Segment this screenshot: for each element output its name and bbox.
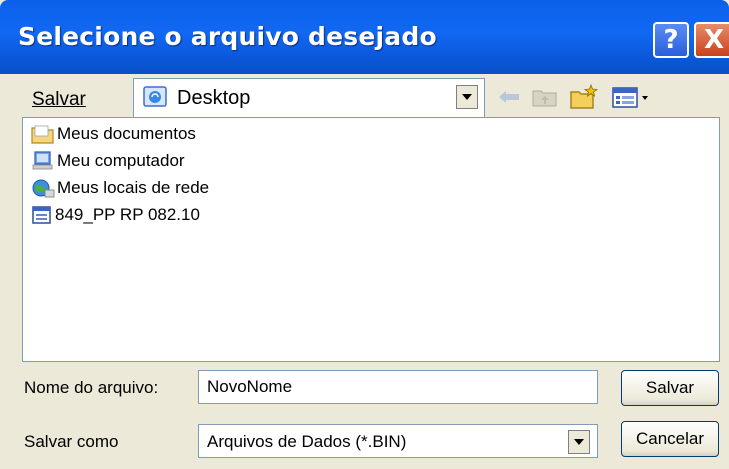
- help-icon: ?: [663, 25, 679, 55]
- chevron-down-icon: [462, 94, 472, 100]
- file-list[interactable]: Meus documentos Meu computador Meus loca…: [22, 117, 720, 362]
- back-button[interactable]: [496, 82, 522, 112]
- filename-label: Nome do arquivo:: [24, 378, 159, 397]
- filename-input[interactable]: [198, 370, 598, 404]
- list-item[interactable]: Meu computador: [31, 150, 185, 172]
- new-folder-icon: [570, 84, 599, 109]
- save-in-label-text: Salvar: [32, 89, 86, 110]
- list-item-label: 849_PP RP 082.10: [55, 205, 200, 224]
- desktop-icon: [143, 86, 167, 107]
- chevron-down-icon: [574, 439, 584, 445]
- list-item[interactable]: Meus locais de rede: [31, 177, 209, 199]
- list-item-label: Meus locais de rede: [57, 178, 210, 197]
- my-computer-icon: [32, 151, 53, 170]
- cancel-button[interactable]: Cancelar: [621, 421, 719, 457]
- location-value: Desktop: [177, 87, 251, 109]
- view-menu-button[interactable]: [610, 82, 654, 112]
- up-folder-icon: [532, 90, 557, 107]
- save-in-label: Salvar: [32, 89, 86, 111]
- close-button[interactable]: X: [694, 22, 729, 58]
- list-item[interactable]: 849_PP RP 082.10: [31, 204, 200, 226]
- location-dropdown[interactable]: Desktop: [133, 78, 485, 118]
- file-type-value: Arquivos de Dados (*.BIN): [207, 432, 407, 451]
- file-type-dropdown[interactable]: Arquivos de Dados (*.BIN): [198, 424, 598, 458]
- list-item-label: Meus documentos: [57, 124, 196, 143]
- view-menu-icon: [612, 87, 648, 108]
- list-item[interactable]: Meus documentos: [31, 123, 196, 145]
- location-dropdown-arrow[interactable]: [456, 85, 478, 109]
- help-button[interactable]: ?: [653, 22, 689, 58]
- back-icon: [499, 91, 519, 103]
- file-type-dropdown-arrow[interactable]: [568, 430, 590, 454]
- save-button[interactable]: Salvar: [621, 370, 719, 406]
- up-folder-button[interactable]: [530, 82, 560, 112]
- my-documents-icon: [31, 125, 54, 144]
- close-icon: X: [703, 25, 725, 55]
- window-title: Selecione o arquivo desejado: [18, 22, 437, 51]
- list-item-label: Meu computador: [57, 151, 185, 170]
- new-folder-button[interactable]: [568, 82, 600, 112]
- network-places-icon: [32, 179, 55, 198]
- data-file-icon: [32, 206, 51, 224]
- title-bar[interactable]: Selecione o arquivo desejado ? X: [0, 0, 729, 74]
- save-file-dialog: Selecione o arquivo desejado ? X Salvar …: [0, 0, 729, 469]
- save-as-type-label: Salvar como: [24, 432, 119, 451]
